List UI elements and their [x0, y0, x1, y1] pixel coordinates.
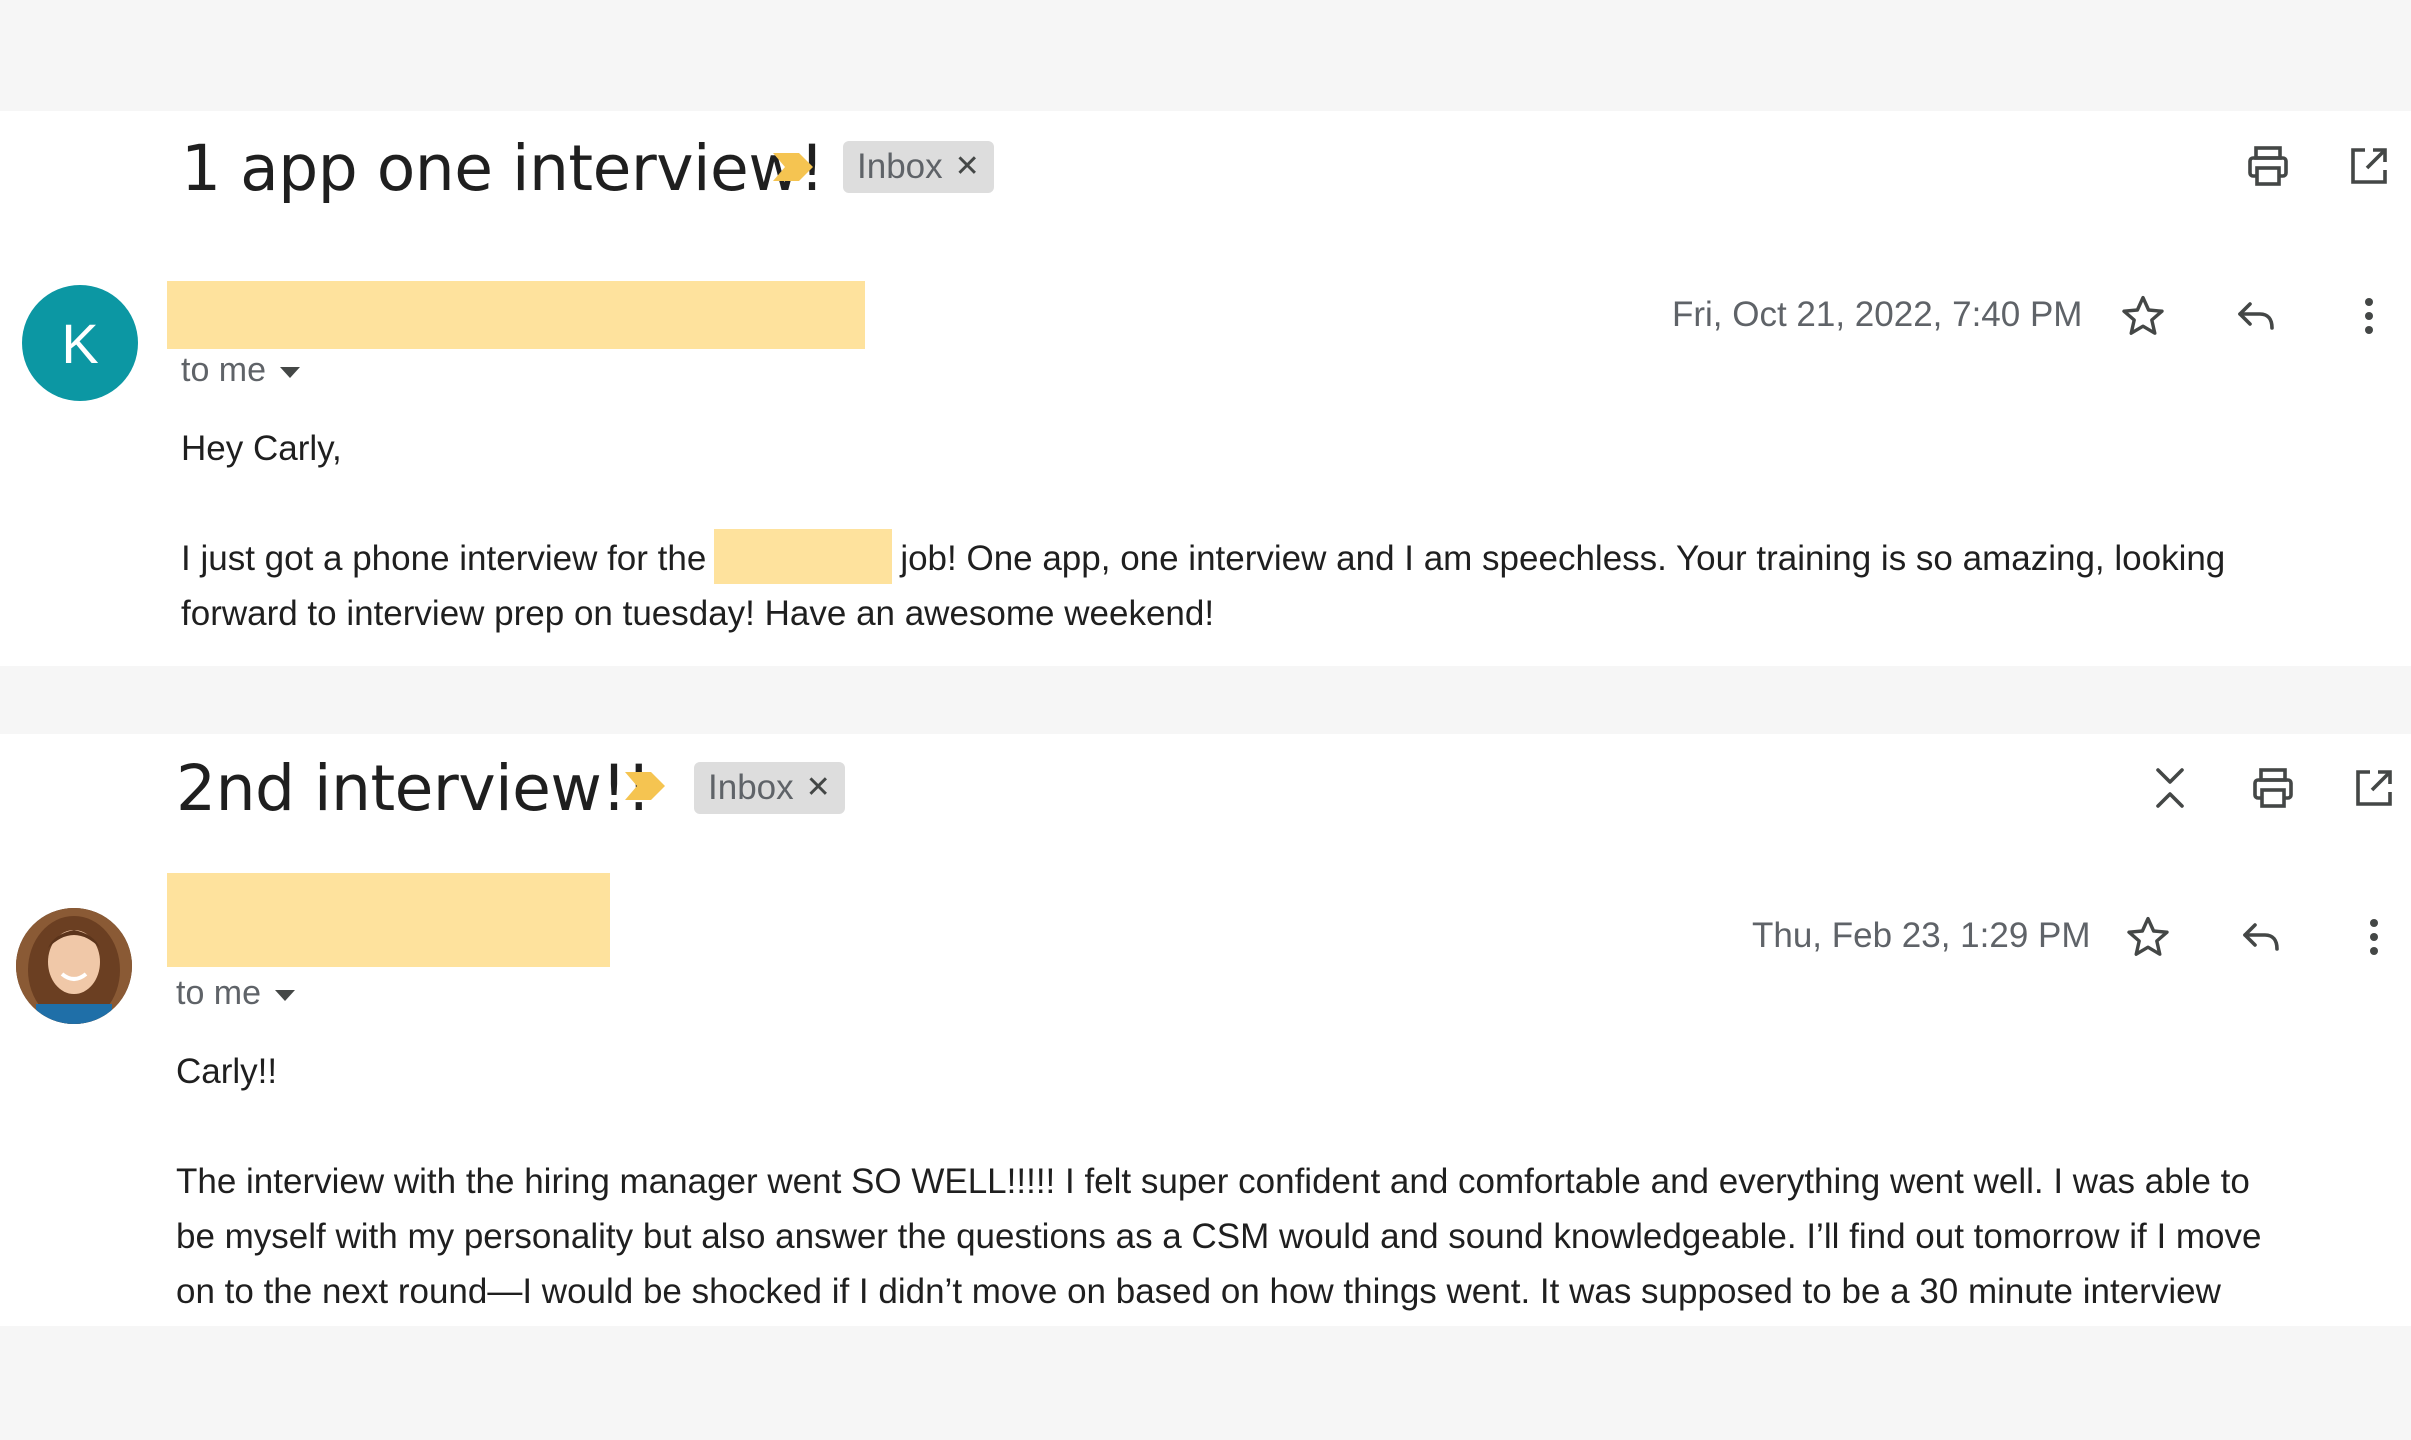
avatar[interactable]: K: [22, 285, 138, 401]
reply-icon[interactable]: [2233, 909, 2289, 965]
email-body-line: The interview with the hiring manager we…: [176, 1162, 2250, 1201]
avatar[interactable]: [16, 908, 132, 1024]
more-vertical-icon[interactable]: [2341, 288, 2397, 344]
reply-icon[interactable]: [2228, 288, 2284, 344]
email-greeting: Hey Carly,: [181, 429, 342, 468]
close-icon[interactable]: ✕: [806, 773, 831, 803]
print-icon[interactable]: [2240, 138, 2296, 194]
recipient-text: to me: [176, 974, 262, 1012]
email-thread-1: 1 app one interview! Inbox ✕ K to me Fri…: [0, 111, 2411, 666]
open-in-new-window-icon[interactable]: [2341, 138, 2397, 194]
email-body-line: be myself with my personality but also a…: [176, 1217, 2262, 1256]
recipient-details-toggle[interactable]: to me: [181, 351, 301, 390]
collapse-all-icon[interactable]: [2142, 760, 2198, 816]
email-date: Fri, Oct 21, 2022, 7:40 PM: [1672, 295, 2083, 334]
label-chip-inbox[interactable]: Inbox ✕: [843, 141, 994, 193]
open-in-new-window-icon[interactable]: [2346, 760, 2402, 816]
sender-name-redacted: [167, 281, 865, 349]
avatar-letter: K: [61, 311, 99, 375]
sender-name-redacted: [167, 873, 610, 967]
label-chip-inbox[interactable]: Inbox ✕: [694, 762, 845, 814]
recipient-text: to me: [181, 351, 267, 389]
body-text-segment: job! One app, one interview and I am spe…: [900, 539, 2226, 578]
body-text-segment: I just got a phone interview for the: [181, 539, 707, 578]
email-date: Thu, Feb 23, 1:29 PM: [1752, 916, 2091, 955]
email-thread-2: 2nd interview!! Inbox ✕ to me Thu, Feb 2…: [0, 734, 2411, 1326]
recipient-details-toggle[interactable]: to me: [176, 974, 296, 1013]
more-vertical-icon[interactable]: [2346, 909, 2402, 965]
star-icon[interactable]: [2115, 288, 2171, 344]
email-body-line: I just got a phone interview for the job!…: [181, 529, 2226, 588]
importance-marker-icon[interactable]: [773, 153, 813, 186]
email-greeting: Carly!!: [176, 1052, 278, 1091]
star-icon[interactable]: [2120, 909, 2176, 965]
chevron-down-icon: [275, 990, 296, 1001]
job-title-redacted: [714, 529, 893, 585]
email-body-line: on to the next round—I would be shocked …: [176, 1272, 2221, 1311]
email-subject: 2nd interview!!: [176, 752, 651, 825]
label-chip-text: Inbox: [857, 147, 943, 186]
close-icon[interactable]: ✕: [955, 152, 980, 182]
email-subject: 1 app one interview!: [181, 132, 825, 205]
chevron-down-icon: [280, 367, 301, 378]
importance-marker-icon[interactable]: [625, 772, 665, 805]
label-chip-text: Inbox: [708, 768, 794, 807]
email-body-line: forward to interview prep on tuesday! Ha…: [181, 594, 1215, 633]
print-icon[interactable]: [2245, 760, 2301, 816]
